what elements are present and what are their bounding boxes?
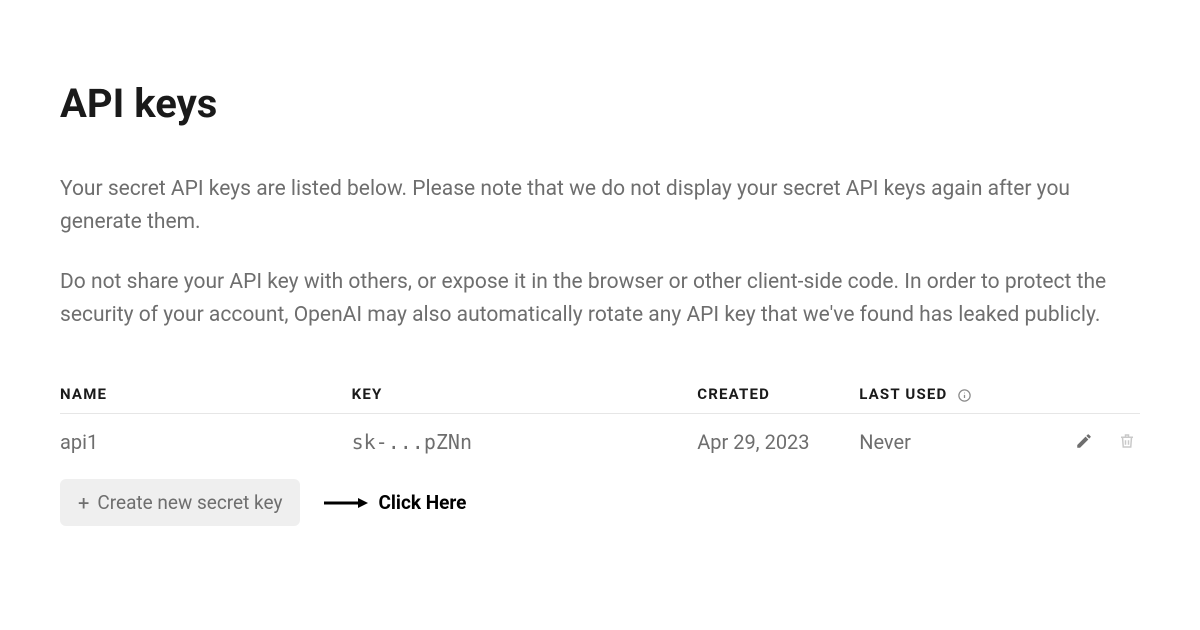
column-header-last-used-label: LAST USED xyxy=(859,385,947,403)
create-button-label: Create new secret key xyxy=(97,491,282,514)
page-title: API keys xyxy=(60,80,1140,127)
arrow-icon xyxy=(322,496,368,510)
edit-button[interactable] xyxy=(1071,428,1097,454)
pencil-icon xyxy=(1075,432,1093,450)
cell-last-used: Never xyxy=(859,414,1053,474)
info-icon[interactable] xyxy=(956,387,972,403)
table-row: api1 sk-...pZNn Apr 29, 2023 Never xyxy=(60,414,1140,474)
description-paragraph-1: Your secret API keys are listed below. P… xyxy=(60,173,1140,238)
plus-icon: + xyxy=(78,493,89,513)
description-paragraph-2: Do not share your API key with others, o… xyxy=(60,266,1140,331)
create-new-secret-key-button[interactable]: + Create new secret key xyxy=(60,479,300,526)
api-keys-table: NAME KEY CREATED LAST USED api1 sk-...pZ… xyxy=(60,375,1140,473)
column-header-last-used: LAST USED xyxy=(859,375,1053,414)
column-header-key: KEY xyxy=(352,375,698,414)
cell-created: Apr 29, 2023 xyxy=(697,414,859,474)
column-header-name: NAME xyxy=(60,375,352,414)
cell-name: api1 xyxy=(60,414,352,474)
trash-icon xyxy=(1118,432,1136,450)
column-header-created: CREATED xyxy=(697,375,859,414)
annotation-label: Click Here xyxy=(378,491,466,514)
cell-actions xyxy=(1054,414,1140,474)
cell-key: sk-...pZNn xyxy=(352,414,698,474)
delete-button[interactable] xyxy=(1114,428,1140,454)
click-here-annotation: Click Here xyxy=(322,491,466,514)
column-header-actions xyxy=(1054,375,1140,414)
